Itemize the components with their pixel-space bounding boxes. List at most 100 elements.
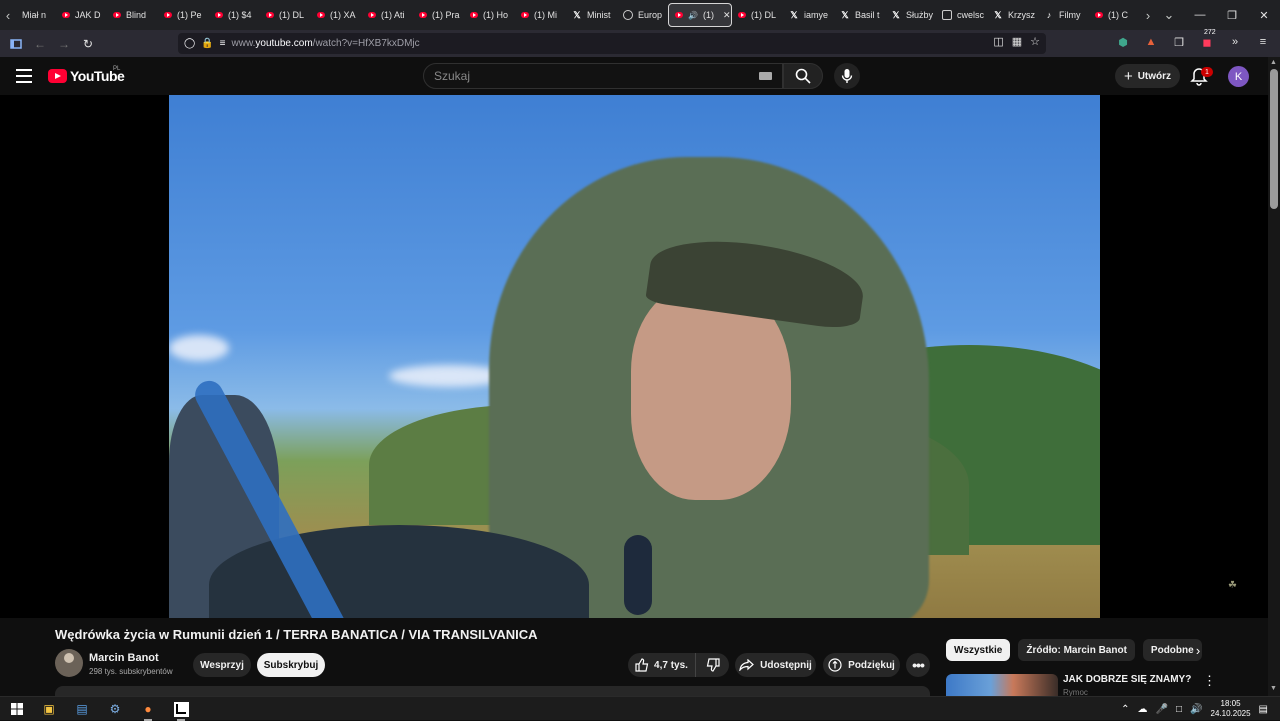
guide-menu-icon[interactable]: [16, 69, 32, 83]
description-box[interactable]: [55, 686, 930, 696]
browser-tab[interactable]: (1) XA: [311, 2, 362, 28]
browser-tab[interactable]: 𝕏iamye: [783, 2, 834, 28]
channel-avatar[interactable]: [55, 649, 83, 677]
restore-icon[interactable]: ❐: [1216, 0, 1248, 30]
create-button[interactable]: + Utwórz: [1115, 64, 1180, 88]
shield-extension-icon[interactable]: ⬢: [1114, 33, 1132, 51]
browser-tab[interactable]: (1) Pra: [413, 2, 464, 28]
dislike-button[interactable]: [696, 658, 729, 672]
page-scrollbar[interactable]: ▲ ▼: [1268, 57, 1280, 697]
chip-from-channel[interactable]: Źródło: Marcin Banot: [1018, 639, 1135, 661]
browser-tab[interactable]: (1) Mi: [515, 2, 566, 28]
permissions-icon[interactable]: ≡: [220, 38, 226, 49]
browser-tab[interactable]: (1) Pe: [158, 2, 209, 28]
tab-label: Europ: [638, 10, 663, 20]
support-button[interactable]: Wesprzyj: [193, 653, 251, 677]
youtube-icon: [113, 12, 121, 18]
browser-tab[interactable]: ♪ Filmy: [1038, 2, 1089, 28]
browser-tab[interactable]: cwelsc: [936, 2, 987, 28]
bookmark-star-icon[interactable]: ☆: [1030, 35, 1040, 48]
tabs-scroll-right-icon[interactable]: ›: [1140, 0, 1156, 30]
browser-tab[interactable]: 𝕏 Krzysz: [987, 2, 1038, 28]
browser-tab[interactable]: (1) DL: [260, 2, 311, 28]
subscribe-button[interactable]: Subskrybuj: [257, 653, 325, 677]
scroll-down-icon[interactable]: ▼: [1270, 685, 1277, 692]
thanks-button[interactable]: Podziękuj: [823, 653, 900, 677]
tab-list-dropdown-icon[interactable]: ⌄: [1156, 0, 1182, 30]
browser-tab[interactable]: (1) DL: [732, 2, 783, 28]
share-label: Udostępnij: [760, 659, 812, 671]
reader-view-icon[interactable]: ▦: [1012, 35, 1022, 48]
search-button[interactable]: [783, 63, 823, 89]
create-label: Utwórz: [1137, 70, 1172, 82]
network-icon[interactable]: □: [1176, 704, 1182, 715]
browser-tab[interactable]: (1) $4: [209, 2, 260, 28]
search-placeholder: Szukaj: [434, 69, 471, 83]
browser-tab[interactable]: (1) C: [1089, 2, 1140, 28]
browser-tab[interactable]: 𝕏 Służby: [885, 2, 936, 28]
extensions-puzzle-icon[interactable]: ❒: [1170, 33, 1188, 51]
channel-watermark-icon[interactable]: ☘: [1228, 580, 1250, 594]
channel-name[interactable]: Marcin Banot: [89, 652, 159, 664]
tab-label: (1) XA: [330, 10, 356, 20]
back-icon[interactable]: ←: [28, 32, 52, 56]
share-button[interactable]: Udostępnij: [735, 653, 816, 677]
browser-tab[interactable]: Miał n: [16, 2, 56, 28]
chip-all[interactable]: Wszystkie: [946, 639, 1011, 661]
close-tab-icon[interactable]: ✕: [723, 10, 731, 21]
video-frame[interactable]: [169, 95, 1100, 618]
scrollbar-thumb[interactable]: [1270, 69, 1278, 209]
recommendation-title[interactable]: JAK DOBRZE SIĘ ZNAMY?: [1063, 674, 1191, 685]
lock-icon[interactable]: 🔒: [201, 38, 213, 49]
volume-icon[interactable]: 🔊: [1190, 704, 1202, 715]
like-button[interactable]: 4,7 tys.: [628, 653, 696, 677]
tabs-scroll-left-icon[interactable]: ‹: [0, 0, 16, 30]
more-tools-icon[interactable]: »: [1226, 33, 1244, 51]
steam-icon[interactable]: ⚙: [106, 700, 124, 718]
adblock-extension-icon[interactable]: ◼ 272: [1198, 29, 1216, 51]
tray-overflow-icon[interactable]: ⌃: [1121, 704, 1129, 715]
clock[interactable]: 18:05 24.10.2025: [1211, 699, 1251, 719]
picture-in-picture-icon[interactable]: ◫: [993, 35, 1003, 48]
search-input[interactable]: Szukaj: [423, 63, 783, 89]
keyboard-icon[interactable]: [759, 72, 772, 80]
chevron-right-icon[interactable]: ›: [1190, 642, 1206, 658]
more-vertical-icon[interactable]: ⋮: [1203, 673, 1216, 689]
recommendation-thumbnail[interactable]: [946, 674, 1058, 696]
shield-icon[interactable]: ◯: [184, 38, 195, 49]
browser-tab[interactable]: (1) Ati: [362, 2, 413, 28]
browser-tab[interactable]: Europ: [617, 2, 668, 28]
video-player[interactable]: ☘: [0, 95, 1268, 618]
app-menu-icon[interactable]: ≡: [1254, 33, 1272, 51]
onedrive-icon[interactable]: ☁: [1138, 704, 1148, 715]
x-icon: 𝕏: [994, 9, 1002, 20]
voice-search-button[interactable]: [834, 63, 860, 89]
close-window-icon[interactable]: ✕: [1248, 0, 1280, 30]
sidebar-toggle-icon[interactable]: [4, 32, 28, 56]
reload-icon[interactable]: ↻: [76, 32, 100, 56]
app-l-icon[interactable]: [172, 700, 190, 721]
computer-icon[interactable]: ▤: [73, 700, 91, 718]
file-explorer-icon[interactable]: ▣: [40, 700, 58, 718]
browser-tab[interactable]: (1) Ho: [464, 2, 515, 28]
browser-tab[interactable]: 𝕏 Minist: [566, 2, 617, 28]
minimize-icon[interactable]: —: [1184, 0, 1216, 30]
address-bar[interactable]: ◯ 🔒 ≡ www.youtube.com/watch?v=HfXB7kxDMj…: [178, 33, 1046, 54]
fox-extension-icon[interactable]: ▲: [1142, 33, 1160, 51]
forward-icon[interactable]: →: [52, 32, 76, 56]
speaker-icon[interactable]: 🔊: [688, 11, 698, 20]
tab-label: JAK D: [75, 10, 101, 20]
extension-badge: 272: [1204, 29, 1216, 36]
browser-tab[interactable]: Blind: [107, 2, 158, 28]
scroll-up-icon[interactable]: ▲: [1270, 59, 1277, 66]
avatar[interactable]: K: [1228, 66, 1249, 87]
browser-tab[interactable]: 🔊 (1) ✕: [668, 3, 732, 27]
browser-tab[interactable]: JAK D: [56, 2, 107, 28]
more-actions-button[interactable]: •••: [906, 653, 930, 677]
browser-tab[interactable]: 𝕏 Basil t: [834, 2, 885, 28]
firefox-icon[interactable]: ●: [139, 700, 157, 721]
notification-center-icon[interactable]: ▤: [1259, 704, 1268, 715]
tab-label: Minist: [587, 10, 611, 20]
start-icon[interactable]: [8, 700, 26, 718]
microphone-tray-icon[interactable]: 🎤: [1156, 704, 1168, 715]
